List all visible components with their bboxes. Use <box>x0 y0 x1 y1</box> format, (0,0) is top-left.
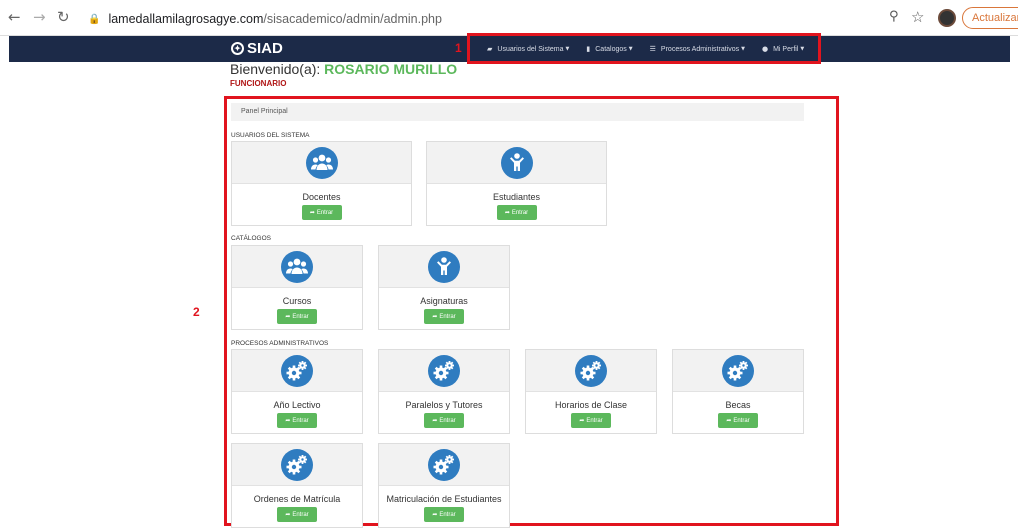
card-label: Año Lectivo <box>273 400 321 410</box>
button-label: Entrar <box>733 418 750 424</box>
enter-button[interactable]: ➦ Entrar <box>277 309 317 324</box>
gears-icon <box>722 355 754 387</box>
share-arrow-icon: ➦ <box>285 511 291 518</box>
card-docentes: Docentes ➦ Entrar <box>231 141 412 226</box>
share-arrow-icon: ➦ <box>432 417 438 424</box>
card-label: Becas <box>725 400 751 410</box>
update-button[interactable]: Actualizar <box>962 7 1018 29</box>
annotation-box-1 <box>467 33 821 64</box>
card-horarios-clase: Horarios de Clase ➦ Entrar <box>525 349 657 434</box>
share-arrow-icon: ➦ <box>504 209 510 216</box>
card-label: Matriculación de Estudiantes <box>386 494 502 504</box>
welcome-prefix: Bienvenido(a): <box>230 61 325 77</box>
enter-button[interactable]: ➦ Entrar <box>424 507 464 522</box>
share-arrow-icon: ➦ <box>432 313 438 320</box>
enter-button[interactable]: ➦ Entrar <box>496 205 537 220</box>
button-label: Entrar <box>316 210 334 216</box>
gears-icon <box>575 355 607 387</box>
gears-icon <box>428 449 460 481</box>
button-label: Entrar <box>292 418 309 424</box>
welcome-text: Bienvenido(a): ROSARIO MURILLO <box>230 61 457 77</box>
reload-icon[interactable]: ↻ <box>57 9 70 25</box>
browser-toolbar: ← → ↻ 🔒 lamedallamilagrosagye.com/sisaca… <box>0 0 1018 36</box>
section-title-procesos: PROCESOS ADMINISTRATIVOS <box>231 340 329 347</box>
button-label: Entrar <box>586 418 603 424</box>
share-arrow-icon: ➦ <box>309 209 315 216</box>
address-bar[interactable]: 🔒 lamedallamilagrosagye.com/sisacademico… <box>88 11 442 27</box>
forward-icon[interactable]: → <box>33 9 46 25</box>
url-host: lamedallamilagrosagye.com <box>108 12 264 26</box>
enter-button[interactable]: ➦ Entrar <box>571 413 611 428</box>
card-label: Paralelos y Tutores <box>405 400 483 410</box>
gears-icon <box>428 355 460 387</box>
section-title-catalogos: CATÁLOGOS <box>231 235 271 242</box>
button-label: Entrar <box>439 314 456 320</box>
child-icon <box>500 147 533 179</box>
share-arrow-icon: ➦ <box>726 417 732 424</box>
card-becas: Becas ➦ Entrar <box>672 349 804 434</box>
enter-button[interactable]: ➦ Entrar <box>424 309 464 324</box>
profile-avatar[interactable] <box>938 9 956 27</box>
card-ano-lectivo: Año Lectivo ➦ Entrar <box>231 349 363 434</box>
share-arrow-icon: ➦ <box>432 511 438 518</box>
enter-button[interactable]: ➦ Entrar <box>277 507 317 522</box>
button-label: Entrar <box>292 512 309 518</box>
share-arrow-icon: ➦ <box>579 417 585 424</box>
brand-icon: ✦ <box>231 42 244 55</box>
button-label: Entrar <box>511 210 529 216</box>
panel-heading: Panel Principal <box>231 103 804 121</box>
button-label: Entrar <box>439 418 456 424</box>
card-matriculacion-estudiantes: Matriculación de Estudiantes ➦ Entrar <box>378 443 510 528</box>
brand-text: SIAD <box>247 40 283 57</box>
card-label: Horarios de Clase <box>554 400 628 410</box>
brand-logo[interactable]: ✦ SIAD <box>231 40 283 57</box>
back-icon[interactable]: ← <box>8 9 21 25</box>
section-title-usuarios: USUARIOS DEL SISTEMA <box>231 132 310 139</box>
gears-icon <box>281 355 313 387</box>
button-label: Entrar <box>292 314 309 320</box>
user-name: ROSARIO MURILLO <box>324 61 458 77</box>
share-arrow-icon: ➦ <box>285 417 291 424</box>
share-arrow-icon: ➦ <box>285 313 291 320</box>
enter-button[interactable]: ➦ Entrar <box>277 413 317 428</box>
card-label: Ordenes de Matrícula <box>253 494 341 504</box>
annotation-number-1: 1 <box>455 41 462 55</box>
enter-button[interactable]: ➦ Entrar <box>301 205 342 220</box>
card-ordenes-matricula: Ordenes de Matrícula ➦ Entrar <box>231 443 363 528</box>
button-label: Entrar <box>439 512 456 518</box>
enter-button[interactable]: ➦ Entrar <box>424 413 464 428</box>
user-role: FUNCIONARIO <box>230 79 287 88</box>
annotation-number-2: 2 <box>193 305 200 319</box>
card-paralelos-tutores: Paralelos y Tutores ➦ Entrar <box>378 349 510 434</box>
card-estudiantes: Estudiantes ➦ Entrar <box>426 141 607 226</box>
child-icon <box>428 251 460 283</box>
card-label: Estudiantes <box>492 192 541 202</box>
bookmark-star-icon[interactable]: ☆ <box>911 8 924 26</box>
lock-icon: 🔒 <box>88 13 101 25</box>
card-label: Cursos <box>282 296 312 306</box>
gears-icon <box>281 449 313 481</box>
enter-button[interactable]: ➦ Entrar <box>718 413 758 428</box>
group-icon <box>305 147 338 179</box>
card-cursos: Cursos ➦ Entrar <box>231 245 363 330</box>
card-asignaturas: Asignaturas ➦ Entrar <box>378 245 510 330</box>
group-icon <box>281 251 313 283</box>
zoom-icon[interactable]: ⚲ <box>889 9 899 24</box>
card-label: Asignaturas <box>420 296 468 306</box>
card-label: Docentes <box>302 192 341 202</box>
url-path: /sisacademico/admin/admin.php <box>263 12 442 26</box>
